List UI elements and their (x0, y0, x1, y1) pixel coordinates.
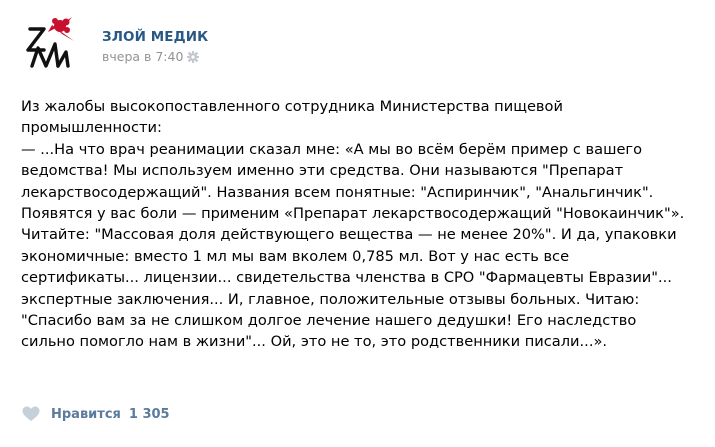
heart-icon (22, 406, 40, 422)
post-meta: ЗЛОЙ МЕДИК вчера в 7:40 (102, 14, 208, 64)
post-header: ЗЛОЙ МЕДИК вчера в 7:40 (22, 14, 208, 74)
post-line: Из жалобы высокопоставленного сотрудника… (21, 98, 563, 115)
like-button[interactable]: Нравится 1 305 (22, 406, 170, 422)
like-count: 1 305 (128, 406, 170, 422)
post-line: лекарствосодержащий". Названия всем поня… (21, 183, 654, 201)
post-line: Появятся у вас боли — применим «Препарат… (21, 205, 685, 223)
post-line: экспертные заключения... И, главное, пол… (21, 290, 640, 308)
avatar[interactable] (22, 14, 82, 74)
gear-icon[interactable] (187, 50, 200, 63)
post-card: ЗЛОЙ МЕДИК вчера в 7:40 Из жалобы высоко… (0, 0, 715, 447)
post-line: экономичные: вместо 1 мл мы вам вколем 0… (21, 247, 570, 265)
post-line: промышленности: (21, 119, 162, 137)
post-time-row: вчера в 7:40 (102, 49, 208, 64)
post-line: — ...На что врач реанимации сказал мне: … (21, 140, 643, 158)
author-name-link[interactable]: ЗЛОЙ МЕДИК (102, 29, 208, 45)
zm-logo-icon (26, 17, 74, 68)
post-footer: Нравится 1 305 (22, 406, 170, 422)
post-body: Из жалобы высокопоставленного сотрудника… (21, 96, 701, 353)
post-line: Читайте: "Массовая доля действующего вещ… (21, 226, 677, 244)
post-line: сертификаты... лицензии... свидетельства… (21, 269, 672, 287)
post-line: ведомства! Мы используем именно эти сред… (21, 162, 624, 180)
post-line: "Спасибо вам за не слишком долгое лечени… (21, 312, 637, 330)
post-line: сильно помогло нам в жизни"... Ой, это н… (21, 333, 608, 351)
post-time[interactable]: вчера в 7:40 (102, 49, 183, 64)
like-label: Нравится (51, 406, 121, 422)
